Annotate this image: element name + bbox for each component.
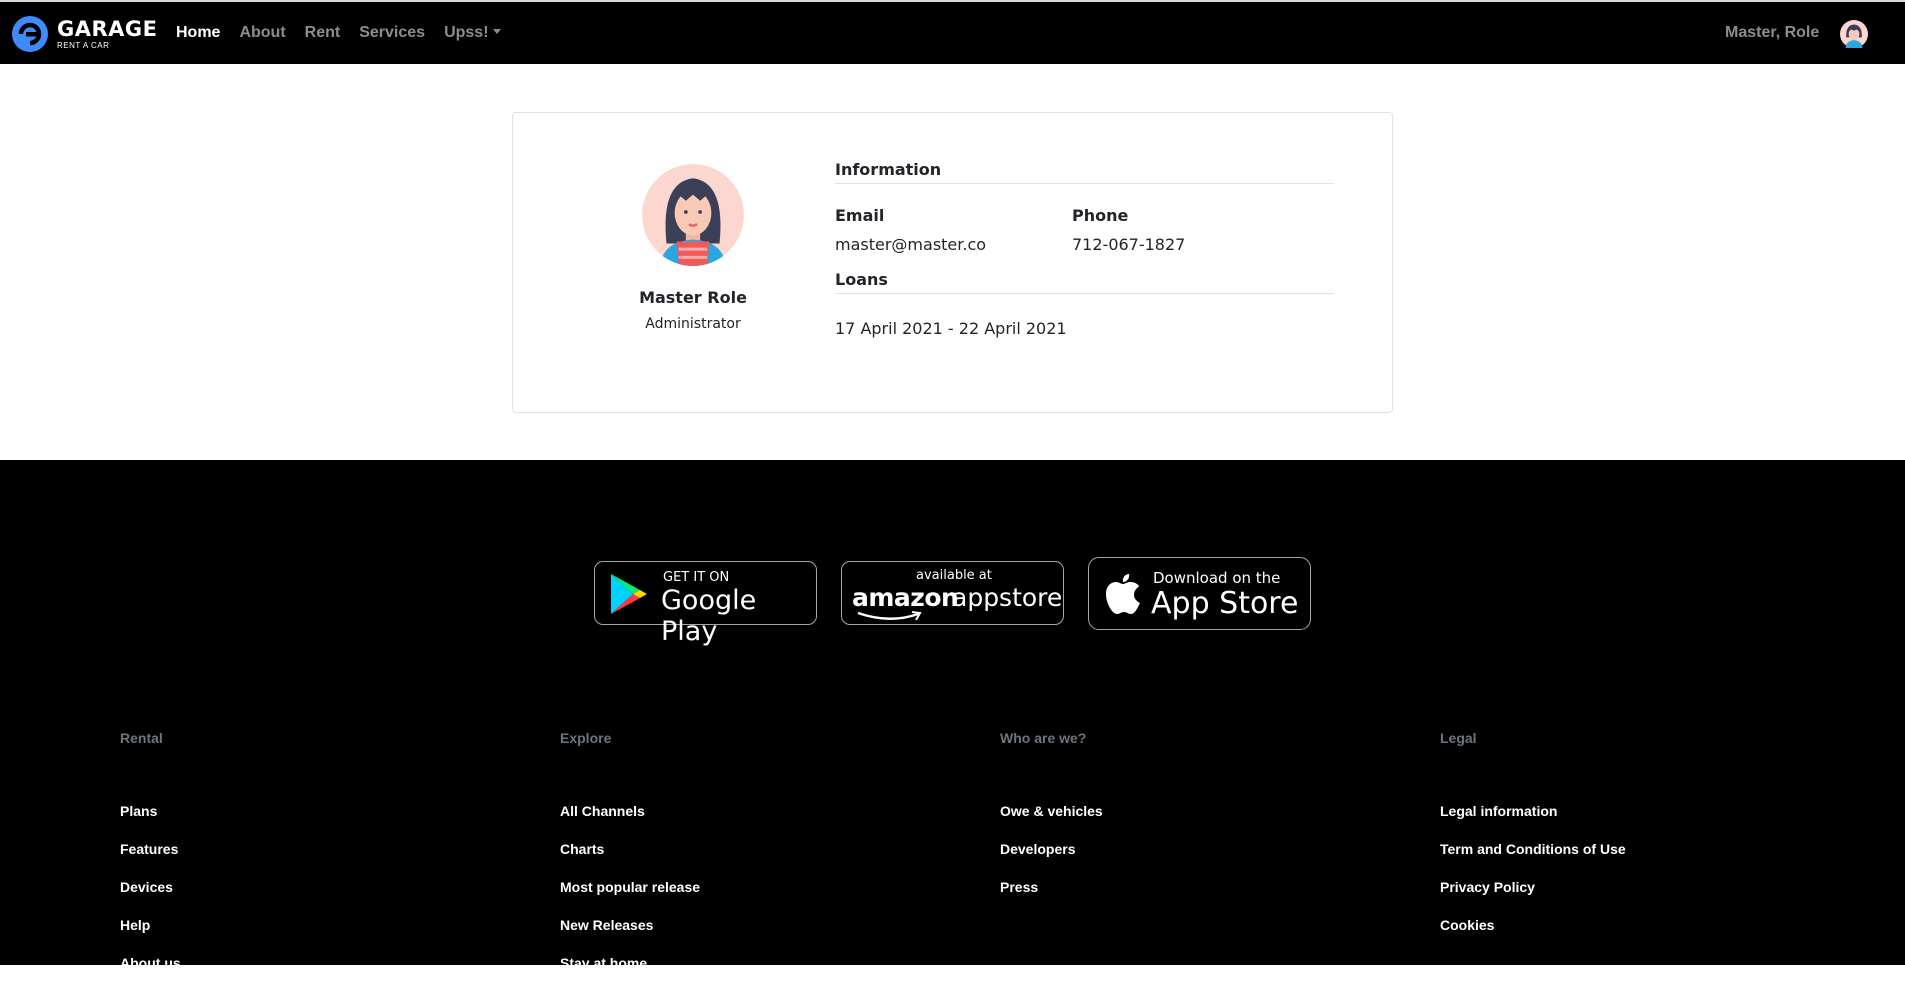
footer-column-heading: Who are we? [1000,730,1087,746]
nav-link-about[interactable]: About [239,24,285,42]
nav-link-rent[interactable]: Rent [305,24,341,42]
garage-logo-icon [12,16,48,52]
email-field: Email master@master.co [835,206,1072,254]
footer-column-heading: Legal [1440,730,1477,746]
apple-icon [1106,574,1140,614]
footer-link-list: Owe & vehicles Developers Press [1000,803,1103,917]
footer-link-charts[interactable]: Charts [560,841,700,879]
nav-link-home[interactable]: Home [176,24,220,42]
apple-big-text: App Store [1151,586,1299,621]
footer-link-most-popular[interactable]: Most popular release [560,879,700,917]
nav-dropdown-upss[interactable]: Upss! [444,24,501,42]
phone-field: Phone 712-067-1827 [1072,206,1309,254]
footer-link-developers[interactable]: Developers [1000,841,1103,879]
contact-fields: Email master@master.co Phone 712-067-182… [835,206,1334,254]
footer-column-heading: Rental [120,730,163,746]
footer-link-press[interactable]: Press [1000,879,1103,917]
information-heading: Information [835,160,1334,184]
footer-column-heading: Explore [560,730,612,746]
amazon-big-left-text: amazon [852,583,959,612]
top-navbar: GARAGE RENT A CAR Home About Rent Servic… [0,0,1905,64]
footer-link-devices[interactable]: Devices [120,879,181,917]
footer: GET IT ON Google Play available at amazo… [0,460,1905,971]
nav-link-services[interactable]: Services [359,24,425,42]
footer-column-legal: Legal Legal information Term and Conditi… [1440,730,1626,955]
caret-down-icon [492,29,501,34]
apple-small-text: Download on the [1153,569,1281,587]
email-value: master@master.co [835,235,987,254]
footer-link-legal-information[interactable]: Legal information [1440,803,1626,841]
profile-name: Master Role [639,288,747,307]
profile-role: Administrator [645,316,741,332]
avatar-woman-icon [642,164,744,266]
footer-link-features[interactable]: Features [120,841,181,879]
google-play-icon [611,574,647,614]
brand[interactable]: GARAGE RENT A CAR [12,16,158,52]
profile-info: Information Email master@master.co Phone… [835,160,1334,338]
nav-dropdown-label: Upss! [444,24,489,41]
amazon-appstore-badge[interactable]: available at amazon appstore [841,561,1064,625]
phone-value: 712-067-1827 [1072,235,1186,254]
amazon-smile-icon [857,611,922,621]
footer-link-help[interactable]: Help [120,917,181,955]
email-label: Email [835,206,885,225]
footer-column-rental: Rental Plans Features Devices Help About… [120,730,181,993]
footer-link-all-channels[interactable]: All Channels [560,803,700,841]
footer-link-cookies[interactable]: Cookies [1440,917,1626,955]
footer-link-owe-vehicles[interactable]: Owe & vehicles [1000,803,1103,841]
google-small-text: GET IT ON [663,570,730,585]
footer-link-about-us[interactable]: About us [120,955,181,993]
footer-link-stay-at-home[interactable]: Stay at home [560,955,700,993]
amazon-small-text: available at [916,568,992,583]
google-big-text: Google Play [661,585,757,647]
profile-card: Master Role Administrator Information Em… [512,112,1393,413]
nav-user-name[interactable]: Master, Role [1725,24,1819,42]
app-store-badge[interactable]: Download on the App Store [1088,557,1311,630]
nav-links: Home About Rent Services Upss! [176,24,520,42]
loan-item: 17 April 2021 - 22 April 2021 [835,319,1067,338]
footer-column-who-are-we: Who are we? Owe & vehicles Developers Pr… [1000,730,1103,917]
footer-link-list: Legal information Term and Conditions of… [1440,803,1626,955]
footer-link-plans[interactable]: Plans [120,803,181,841]
amazon-big-right-text: appstore [952,583,1063,612]
footer-link-new-releases[interactable]: New Releases [560,917,700,955]
brand-tagline: RENT A CAR [57,40,110,50]
avatar-woman-icon[interactable] [1840,20,1868,48]
footer-link-privacy-policy[interactable]: Privacy Policy [1440,879,1626,917]
footer-column-explore: Explore All Channels Charts Most popular… [560,730,700,993]
google-play-badge[interactable]: GET IT ON Google Play [594,561,817,647]
phone-label: Phone [1072,206,1129,225]
loans-heading: Loans [835,270,1334,294]
brand-name: GARAGE [57,16,158,41]
footer-link-terms[interactable]: Term and Conditions of Use [1440,841,1626,879]
brand-text: GARAGE RENT A CAR [57,16,158,50]
